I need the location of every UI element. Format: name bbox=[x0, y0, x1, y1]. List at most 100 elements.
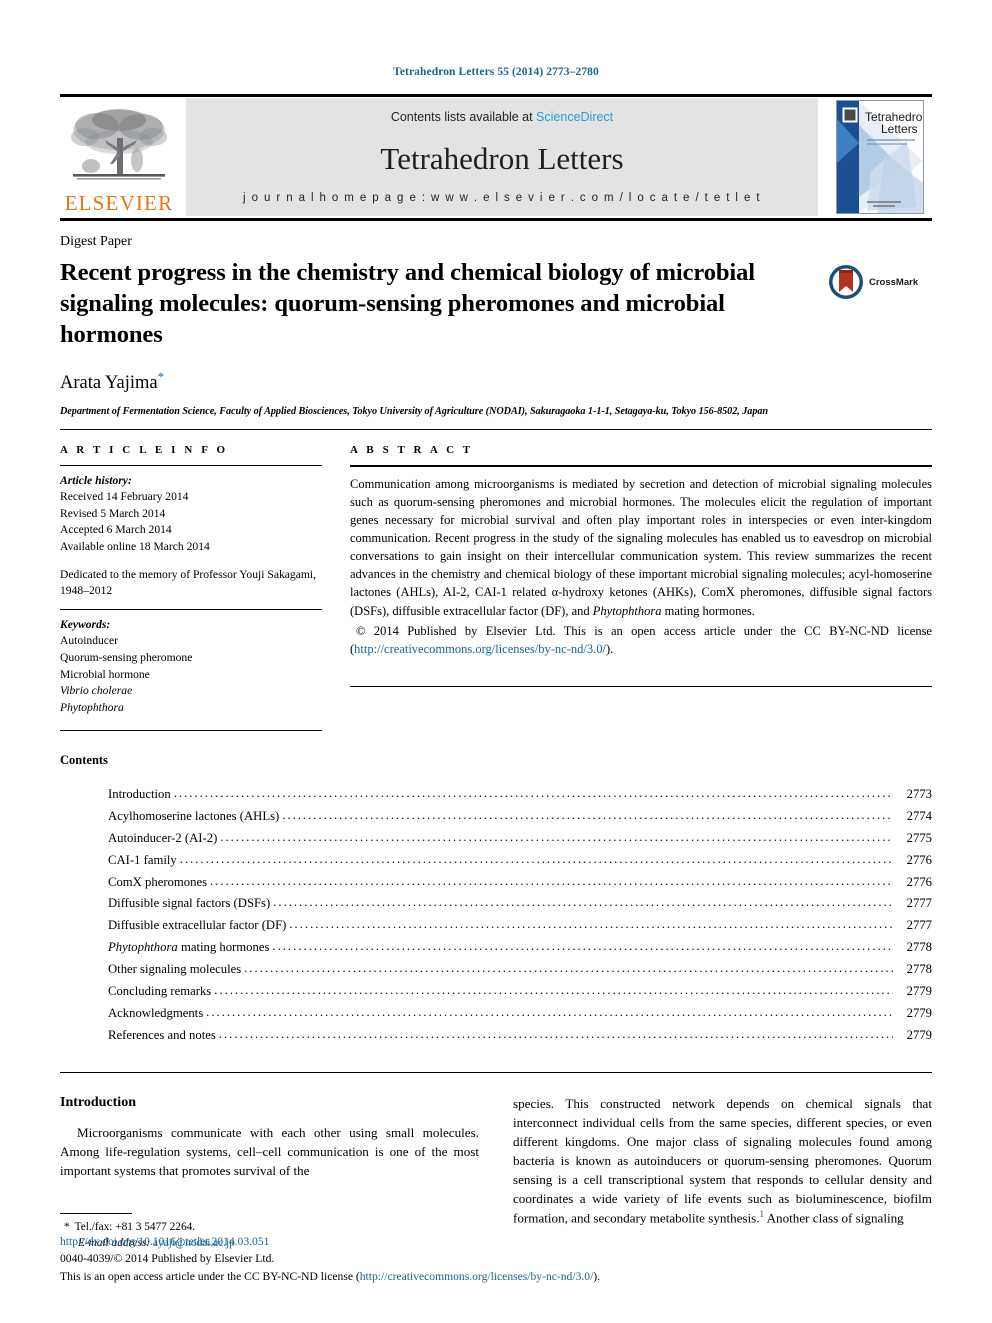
toc-row[interactable]: Diffusible signal factors (DSFs)........… bbox=[108, 893, 932, 915]
footnote-rule bbox=[60, 1212, 132, 1214]
history-online: Available online 18 March 2014 bbox=[60, 540, 210, 554]
journal-cover: Tetrahedron Letters bbox=[828, 98, 932, 216]
toc-leader-dots: ........................................… bbox=[220, 829, 893, 844]
keywords-block: Keywords: Autoinducer Quorum-sensing phe… bbox=[60, 617, 322, 716]
elsevier-tree-icon bbox=[71, 109, 167, 180]
toc-page-number: 2778 bbox=[906, 940, 932, 955]
crossmark-icon bbox=[829, 265, 863, 299]
open-access-line: This is an open access article under the… bbox=[60, 1268, 940, 1285]
author-name: Arata Yajima* bbox=[60, 369, 932, 394]
author-label: Arata Yajima bbox=[60, 372, 158, 393]
title-bottom-rule bbox=[60, 428, 932, 430]
toc-row[interactable]: CAI-1 family............................… bbox=[108, 850, 932, 872]
toc-leader-dots: ........................................… bbox=[272, 939, 893, 954]
crossmark-label: CrossMark bbox=[869, 276, 919, 288]
keyword-item: Quorum-sensing pheromone bbox=[60, 650, 193, 664]
toc-row[interactable]: Acylhomoserine lactones (AHLs)..........… bbox=[108, 806, 932, 828]
journal-title: Tetrahedron Letters bbox=[380, 140, 624, 176]
keyword-item: Autoinducer bbox=[60, 634, 118, 648]
toc-leader-dots: ........................................… bbox=[273, 895, 893, 910]
document-type: Digest Paper bbox=[60, 234, 132, 249]
toc-page-number: 2779 bbox=[906, 983, 932, 998]
toc-row[interactable]: ComX pheromones.........................… bbox=[108, 872, 932, 894]
article-info-rule bbox=[60, 464, 322, 466]
open-access-prefix: This is an open access article under the… bbox=[60, 1269, 360, 1283]
keyword-item: Microbial hormone bbox=[60, 667, 150, 681]
toc-row[interactable]: Introduction............................… bbox=[108, 784, 932, 806]
keyword-item: Phytophthora bbox=[60, 700, 124, 714]
intro-right-tail: Another class of signaling bbox=[764, 1210, 904, 1226]
toc-row[interactable]: Phytophthora mating hormones............… bbox=[108, 937, 932, 959]
toc-label: Acylhomoserine lactones (AHLs) bbox=[108, 809, 280, 824]
toc-label: Concluding remarks bbox=[108, 983, 212, 998]
dedication: Dedicated to the memory of Professor You… bbox=[60, 567, 316, 598]
open-access-license-link[interactable]: http://creativecommons.org/licenses/by-n… bbox=[360, 1270, 594, 1283]
cc-license-link[interactable]: http://creativecommons.org/licenses/by-n… bbox=[354, 642, 606, 656]
toc-page-number: 2774 bbox=[906, 809, 932, 824]
sciencedirect-link[interactable]: ScienceDirect bbox=[536, 110, 613, 124]
author-affiliation: Department of Fermentation Science, Facu… bbox=[60, 405, 769, 417]
keywords-top-rule bbox=[60, 608, 322, 610]
article-history-label: Article history: bbox=[60, 473, 132, 487]
toc-label: Acknowledgments bbox=[108, 1005, 204, 1020]
history-received: Received 14 February 2014 bbox=[60, 490, 189, 504]
footnote-tel: Tel./fax: +81 3 5477 2264. bbox=[74, 1220, 196, 1233]
toc-page-number: 2779 bbox=[906, 1005, 932, 1020]
corresponding-author-marker[interactable]: * bbox=[158, 369, 165, 384]
masthead-bottom-rule bbox=[60, 218, 932, 221]
toc-row[interactable]: References and notes....................… bbox=[108, 1025, 932, 1047]
toc-label: Other signaling molecules bbox=[108, 962, 242, 976]
toc-page-number: 2778 bbox=[906, 962, 932, 976]
toc-label: Introduction bbox=[108, 787, 171, 802]
intro-right-text: species. This constructed network depend… bbox=[513, 1096, 932, 1226]
toc-leader-dots: ........................................… bbox=[173, 786, 893, 801]
journal-cover-icon: Tetrahedron Letters bbox=[836, 100, 924, 214]
toc-row[interactable]: Acknowledgments.........................… bbox=[108, 1003, 932, 1025]
issn-copyright-line: 0040-4039/© 2014 Published by Elsevier L… bbox=[60, 1252, 275, 1266]
toc-label: Diffusible extracellular factor (DF) bbox=[108, 918, 287, 933]
info-abstract-section: A R T I C L E I N F O Article history: R… bbox=[60, 444, 932, 732]
journal-homepage[interactable]: j o u r n a l h o m e p a g e : w w w . … bbox=[243, 192, 761, 204]
open-access-tail: ). bbox=[593, 1269, 601, 1283]
toc-page-number: 2779 bbox=[906, 1027, 932, 1042]
abstract-column: A B S T R A C T Communication among micr… bbox=[350, 444, 932, 732]
svg-text:Letters: Letters bbox=[881, 122, 918, 136]
toc-leader-dots: ........................................… bbox=[206, 1004, 893, 1019]
toc-row[interactable]: Diffusible extracellular factor (DF)....… bbox=[108, 915, 932, 937]
section-heading-introduction: Introduction bbox=[60, 1095, 136, 1111]
keywords-label: Keywords: bbox=[60, 617, 111, 631]
table-of-contents: Introduction............................… bbox=[60, 784, 932, 1046]
contents-available-line: Contents lists available at ScienceDirec… bbox=[391, 110, 613, 124]
keyword-item: Vibrio cholerae bbox=[60, 684, 133, 698]
abstract-heading: A B S T R A C T bbox=[350, 443, 474, 456]
toc-page-number: 2773 bbox=[906, 787, 932, 802]
toc-page-number: 2777 bbox=[906, 918, 932, 933]
crossmark-badge[interactable]: CrossMark bbox=[828, 258, 918, 300]
toc-page-number: 2776 bbox=[906, 852, 932, 867]
intro-paragraph-right: species. This constructed network depend… bbox=[513, 1095, 932, 1228]
toc-label: CAI-1 family bbox=[108, 852, 177, 867]
toc-leader-dots: ........................................… bbox=[282, 808, 893, 823]
doi-link[interactable]: http://dx.doi.org/10.1016/j.tetlet.2014.… bbox=[60, 1233, 940, 1250]
contents-available-prefix: Contents lists available at bbox=[390, 110, 537, 124]
body-column-right: species. This constructed network depend… bbox=[496, 1095, 932, 1251]
footnote-marker: * bbox=[64, 1220, 70, 1233]
elsevier-logo: ELSEVIER bbox=[60, 98, 178, 216]
toc-label: Phytophthora mating hormones bbox=[108, 940, 270, 955]
toc-row[interactable]: Concluding remarks......................… bbox=[108, 981, 932, 1003]
article-info-column: A R T I C L E I N F O Article history: R… bbox=[60, 444, 322, 732]
abstract-rule bbox=[350, 464, 932, 467]
toc-leader-dots: ........................................… bbox=[289, 917, 893, 932]
toc-label: ComX pheromones bbox=[108, 874, 208, 889]
toc-leader-dots: ........................................… bbox=[179, 851, 893, 866]
article-first-page: Tetrahedron Letters 55 (2014) 2773–2780 bbox=[0, 0, 992, 1323]
journal-masthead: ELSEVIER Contents lists available at Sci… bbox=[60, 98, 932, 216]
contents-bottom-rule bbox=[60, 1072, 932, 1074]
contents-section: Contents Introduction...................… bbox=[60, 753, 932, 1046]
toc-page-number: 2777 bbox=[906, 896, 932, 911]
toc-row[interactable]: Autoinducer-2 (AI-2)....................… bbox=[108, 828, 932, 850]
abstract-copyright: © 2014 Published by Elsevier Ltd. This i… bbox=[350, 622, 932, 658]
toc-row[interactable]: Other signaling molecules...............… bbox=[108, 959, 932, 981]
toc-label: Autoinducer-2 (AI-2) bbox=[108, 830, 218, 845]
toc-leader-dots: ........................................… bbox=[218, 1026, 893, 1041]
